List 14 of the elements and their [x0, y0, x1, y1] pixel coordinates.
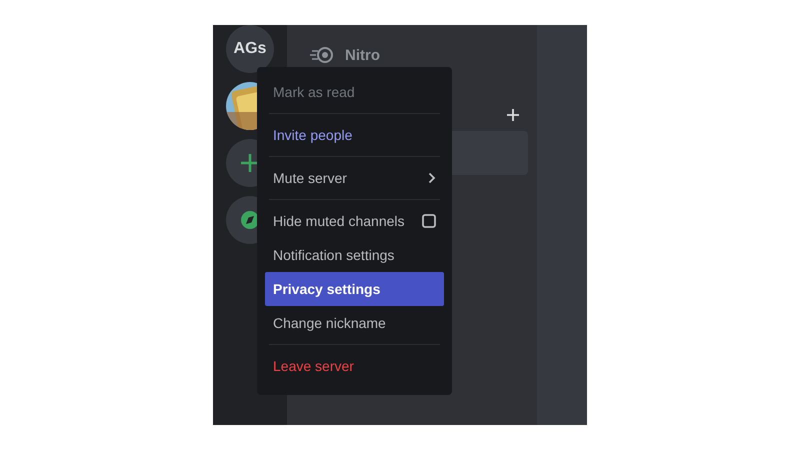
nitro-link[interactable]: Nitro	[345, 46, 380, 64]
chevron-icon	[428, 172, 436, 184]
menu-item[interactable]: Mute server	[265, 161, 444, 195]
nitro-icon	[309, 47, 333, 63]
menu-item[interactable]: Leave server	[265, 349, 444, 383]
menu-item[interactable]: Mark as read	[265, 75, 444, 109]
menu-item[interactable]: Privacy settings	[265, 272, 444, 306]
menu-item[interactable]: Hide muted channels	[265, 204, 444, 238]
add-icon[interactable]	[507, 109, 519, 121]
menu-item[interactable]: Change nickname	[265, 306, 444, 340]
menu-item[interactable]: Notification settings	[265, 238, 444, 272]
checkbox[interactable]	[422, 214, 436, 228]
menu-item[interactable]: Invite people	[265, 118, 444, 152]
server-icon[interactable]: AGs	[226, 25, 274, 73]
